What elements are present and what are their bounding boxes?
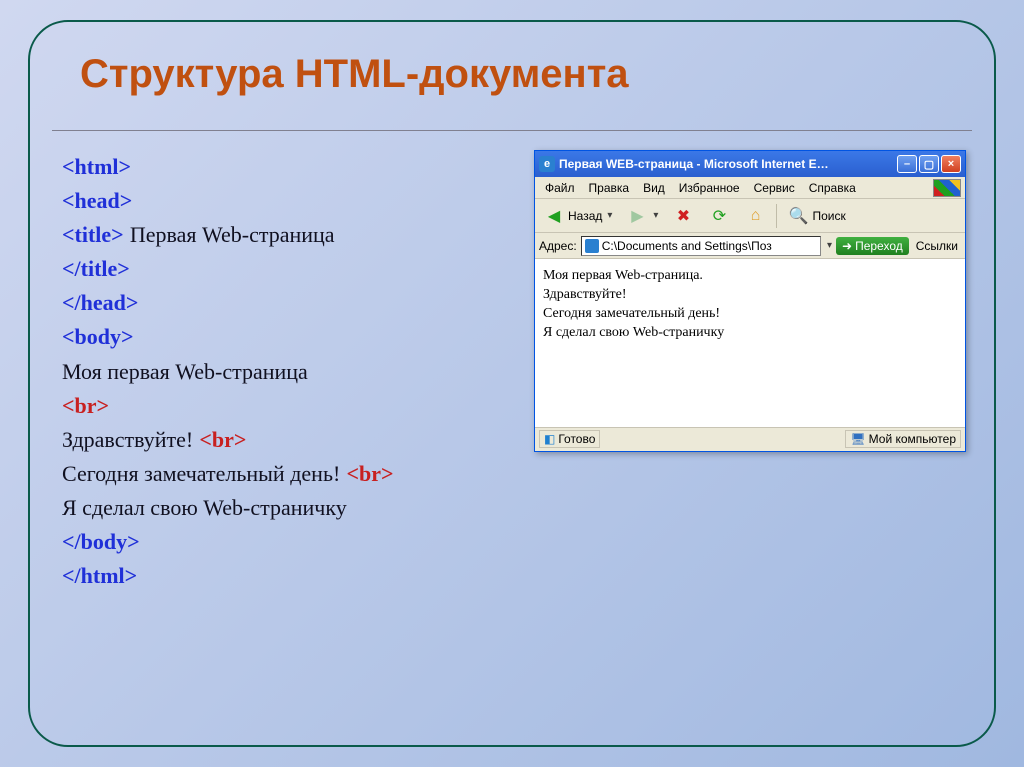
status-done: ◧ Готово bbox=[539, 430, 600, 448]
menu-help[interactable]: Справка bbox=[803, 179, 862, 197]
address-input[interactable]: C:\Documents and Settings\Поз bbox=[581, 236, 821, 256]
tag-html-open: <html> bbox=[62, 154, 131, 179]
forward-button[interactable]: ▶ ▾ bbox=[622, 203, 662, 229]
tag-head-close: </head> bbox=[62, 290, 138, 315]
go-label: Переход bbox=[855, 239, 903, 253]
menu-file[interactable]: Файл bbox=[539, 179, 581, 197]
tag-body-open: <body> bbox=[62, 324, 134, 349]
tag-head-open: <head> bbox=[62, 188, 132, 213]
refresh-icon: ⟳ bbox=[708, 205, 730, 227]
page-line-4: Я сделал свою Web-страничку bbox=[543, 324, 957, 343]
slide-title: Структура HTML-документа bbox=[80, 52, 629, 97]
chevron-down-icon: ▾ bbox=[607, 210, 612, 221]
status-done-label: Готово bbox=[558, 432, 595, 446]
back-button[interactable]: ◀ Назад ▾ bbox=[539, 203, 616, 229]
computer-icon: 🖥 bbox=[850, 432, 865, 446]
stop-button[interactable]: ✖ bbox=[668, 203, 698, 229]
window-title: Первая WEB-страница - Microsoft Internet… bbox=[559, 157, 897, 171]
status-zone-label: Мой компьютер bbox=[869, 432, 956, 446]
tag-title-open: <title> bbox=[62, 222, 124, 247]
tag-title-close: </title> bbox=[62, 256, 130, 281]
code-line-1: Моя первая Web-страница bbox=[62, 359, 308, 384]
back-icon: ◀ bbox=[543, 205, 565, 227]
separator-line bbox=[52, 130, 972, 131]
toolbar-separator bbox=[776, 204, 777, 228]
code-line-4: Я сделал свою Web-страничку bbox=[62, 495, 347, 520]
stop-icon: ✖ bbox=[672, 205, 694, 227]
back-label: Назад bbox=[568, 209, 602, 223]
menu-tools[interactable]: Сервис bbox=[748, 179, 801, 197]
search-button[interactable]: 🔍 Поиск bbox=[783, 203, 849, 229]
done-icon: ◧ bbox=[544, 432, 555, 446]
ie-icon: e bbox=[539, 156, 555, 172]
menu-view[interactable]: Вид bbox=[637, 179, 671, 197]
links-label[interactable]: Ссылки bbox=[913, 239, 961, 253]
close-button[interactable]: × bbox=[941, 155, 961, 173]
code-line-3: Сегодня замечательный день! bbox=[62, 461, 340, 486]
search-icon: 🔍 bbox=[787, 205, 809, 227]
page-line-2: Здравствуйте! bbox=[543, 286, 957, 305]
html-code-block: <html> <head> <title> Первая Web-страниц… bbox=[62, 150, 394, 593]
code-line-2: Здравствуйте! bbox=[62, 427, 193, 452]
tag-html-close: </html> bbox=[62, 563, 137, 588]
page-line-1: Моя первая Web-страница. bbox=[543, 267, 957, 286]
go-arrow-icon: ➜ bbox=[842, 239, 852, 253]
search-label: Поиск bbox=[812, 209, 845, 223]
toolbar: ◀ Назад ▾ ▶ ▾ ✖ ⟳ ⌂ 🔍 Поиск bbox=[535, 199, 965, 233]
maximize-button[interactable]: ▢ bbox=[919, 155, 939, 173]
chevron-down-icon: ▾ bbox=[653, 210, 658, 221]
browser-window: e Первая WEB-страница - Microsoft Intern… bbox=[534, 150, 966, 452]
home-icon: ⌂ bbox=[744, 205, 766, 227]
address-dropdown-icon[interactable]: ▾ bbox=[827, 240, 832, 251]
page-line-3: Сегодня замечательный день! bbox=[543, 305, 957, 324]
home-button[interactable]: ⌂ bbox=[740, 203, 770, 229]
menubar: Файл Правка Вид Избранное Сервис Справка bbox=[535, 177, 965, 199]
windows-flag-icon bbox=[933, 179, 961, 197]
menu-favorites[interactable]: Избранное bbox=[673, 179, 746, 197]
go-button[interactable]: ➜ Переход bbox=[836, 237, 909, 255]
menu-edit[interactable]: Правка bbox=[583, 179, 636, 197]
tag-body-close: </body> bbox=[62, 529, 140, 554]
titlebar: e Первая WEB-страница - Microsoft Intern… bbox=[535, 151, 965, 177]
refresh-button[interactable]: ⟳ bbox=[704, 203, 734, 229]
tag-br-1: <br> bbox=[62, 393, 109, 418]
forward-icon: ▶ bbox=[626, 205, 648, 227]
status-zone: 🖥 Мой компьютер bbox=[845, 430, 961, 448]
page-icon bbox=[585, 239, 599, 253]
page-content: Моя первая Web-страница. Здравствуйте! С… bbox=[535, 259, 965, 427]
statusbar: ◧ Готово 🖥 Мой компьютер bbox=[535, 427, 965, 449]
address-label: Адрес: bbox=[539, 239, 577, 253]
address-value: C:\Documents and Settings\Поз bbox=[602, 239, 772, 253]
minimize-button[interactable]: – bbox=[897, 155, 917, 173]
addressbar: Адрес: C:\Documents and Settings\Поз ▾ ➜… bbox=[535, 233, 965, 259]
